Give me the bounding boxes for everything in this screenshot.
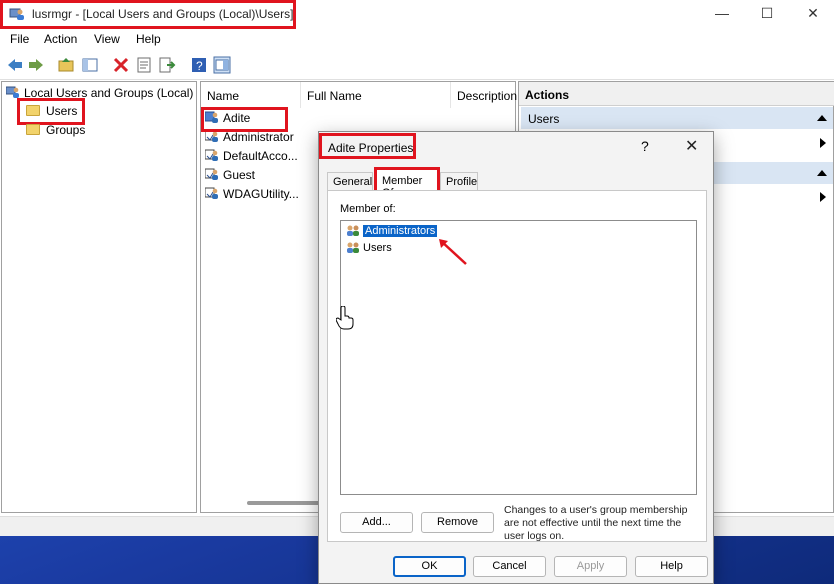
tree-item-groups-label: Groups (46, 123, 86, 137)
menu-file[interactable]: File (10, 32, 29, 46)
group-icon (347, 225, 359, 236)
list-item-label: Guest (223, 168, 256, 182)
column-name[interactable]: Name (201, 82, 301, 108)
group-icon (347, 242, 359, 253)
list-item[interactable]: Users (346, 241, 392, 254)
hand-cursor-icon (336, 306, 354, 330)
up-folder-icon[interactable] (57, 56, 75, 74)
remove-button[interactable]: Remove (421, 512, 494, 533)
tree-root-label: Local Users and Groups (Local) (24, 86, 194, 100)
lusrmgr-app-icon (9, 8, 24, 20)
console-tree: Local Users and Groups (Local) Users Gro… (1, 81, 197, 513)
dialog-close-button[interactable]: ✕ (685, 136, 698, 156)
list-item[interactable]: Adite (205, 110, 250, 128)
export-list-icon[interactable] (158, 56, 176, 74)
tab-profile[interactable]: Profile (440, 172, 478, 191)
show-action-pane-icon[interactable] (213, 56, 231, 74)
svg-text:?: ? (196, 59, 203, 73)
cancel-button[interactable]: Cancel (473, 556, 546, 577)
group-list[interactable]: Administrators Users (340, 220, 697, 495)
user-icon (205, 168, 218, 180)
tree-item-users[interactable]: Users (26, 104, 77, 118)
user-icon (205, 149, 218, 161)
dialog-help-button[interactable]: ? (641, 138, 649, 154)
more-actions-arrow-icon[interactable] (820, 192, 826, 202)
maximize-button[interactable]: ☐ (747, 3, 787, 25)
toolbar: ? (0, 50, 834, 80)
list-item[interactable]: Guest (205, 167, 255, 185)
properties-icon[interactable] (135, 56, 153, 74)
menu-help[interactable]: Help (136, 32, 161, 46)
close-button[interactable]: ✕ (793, 3, 833, 25)
list-item-label: Adite (223, 111, 251, 125)
actions-header: Actions (519, 82, 834, 106)
user-icon (205, 111, 218, 123)
list-item[interactable]: DefaultAcco... (205, 148, 298, 166)
adite-properties-dialog: Adite Properties ? ✕ General Member Of P… (318, 131, 714, 584)
member-of-panel: Member of: Administrators Users Add... R… (327, 191, 707, 542)
list-item[interactable]: WDAGUtility... (205, 186, 299, 204)
member-of-label: Member of: (340, 203, 396, 215)
user-icon (205, 187, 218, 199)
users-groups-icon (6, 86, 19, 98)
tree-root[interactable]: Local Users and Groups (Local) (6, 85, 193, 100)
minimize-button[interactable]: — (702, 3, 742, 25)
folder-icon (26, 124, 40, 135)
menu-bar: File Action View Help (0, 29, 834, 50)
list-item-label: Administrator (223, 130, 294, 144)
help-button[interactable]: Help (635, 556, 708, 577)
list-item[interactable]: Administrators (346, 224, 438, 237)
back-icon[interactable] (6, 56, 24, 74)
actions-section-label: Users (528, 112, 560, 126)
actions-section-users[interactable]: Users (521, 107, 833, 129)
folder-icon (26, 105, 40, 116)
add-button[interactable]: Add... (340, 512, 413, 533)
help-icon[interactable]: ? (190, 56, 208, 74)
column-full-name[interactable]: Full Name (301, 82, 451, 108)
list-item-label: Users (363, 242, 392, 254)
red-arrow-annotation (439, 239, 467, 265)
apply-button[interactable]: Apply (554, 556, 627, 577)
list-item[interactable]: Administrator (205, 129, 294, 147)
more-actions-arrow-icon[interactable] (820, 138, 826, 148)
tree-item-users-label: Users (46, 104, 78, 118)
user-icon (205, 130, 218, 142)
menu-action[interactable]: Action (44, 32, 77, 46)
tab-member-of[interactable]: Member Of (376, 169, 438, 199)
list-item-label: Administrators (363, 225, 438, 237)
ok-button[interactable]: OK (393, 556, 466, 577)
window-title: lusrmgr - [Local Users and Groups (Local… (32, 7, 294, 21)
collapse-icon (817, 170, 827, 176)
delete-icon[interactable] (112, 56, 130, 74)
tree-item-groups[interactable]: Groups (26, 123, 85, 137)
tab-general[interactable]: General (327, 172, 373, 191)
collapse-icon (817, 115, 827, 121)
title-bar: lusrmgr - [Local Users and Groups (Local… (0, 0, 834, 29)
membership-note: Changes to a user's group membership are… (504, 504, 688, 542)
list-item-label: DefaultAcco... (223, 149, 298, 163)
forward-icon[interactable] (27, 56, 45, 74)
column-description[interactable]: Description (451, 82, 517, 108)
menu-view[interactable]: View (94, 32, 120, 46)
list-item-label: WDAGUtility... (223, 187, 299, 201)
show-hide-tree-icon[interactable] (81, 56, 99, 74)
dialog-title: Adite Properties (328, 141, 414, 155)
